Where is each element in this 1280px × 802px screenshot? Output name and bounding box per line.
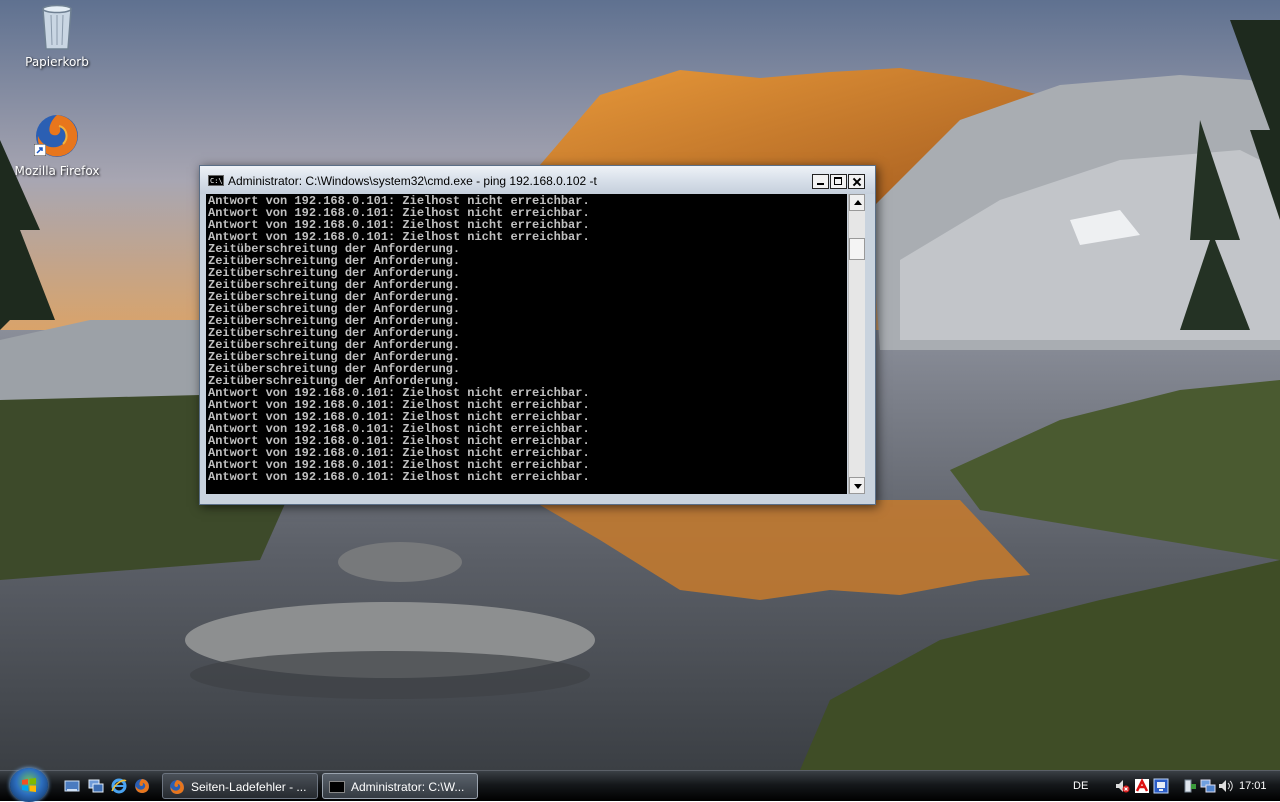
network-status-icon[interactable] <box>1153 778 1169 794</box>
close-button[interactable] <box>848 174 865 189</box>
firefox-label: Mozilla Firefox <box>14 164 100 178</box>
firefox-icon[interactable] <box>134 778 150 794</box>
desktop-icon-recycle-bin[interactable]: Papierkorb <box>12 3 102 69</box>
scroll-up-arrow[interactable] <box>849 194 865 211</box>
console-lines: Antwort von 192.168.0.101: Zielhost nich… <box>208 195 590 483</box>
start-button[interactable] <box>10 768 48 802</box>
desktop-icon-firefox[interactable]: Mozilla Firefox <box>12 112 102 178</box>
taskbar-button-label: Seiten-Ladefehler - ... <box>191 780 307 794</box>
clock[interactable]: 17:01 <box>1239 771 1267 801</box>
windows-logo-icon <box>22 778 36 792</box>
window-titlebar[interactable]: C:\ Administrator: C:\Windows\system32\c… <box>200 166 875 194</box>
show-desktop-icon[interactable] <box>64 778 80 794</box>
taskbar: Seiten-Ladefehler - ... Administrator: C… <box>0 768 1280 802</box>
cmd-icon <box>329 781 345 793</box>
internet-explorer-icon[interactable] <box>111 778 127 794</box>
scroll-down-arrow[interactable] <box>849 477 865 494</box>
minimize-button[interactable] <box>812 174 829 189</box>
recycle-bin-icon <box>42 4 72 50</box>
safely-remove-icon[interactable] <box>1182 778 1198 794</box>
cmd-window[interactable]: C:\ Administrator: C:\Windows\system32\c… <box>199 165 876 505</box>
network-icon[interactable] <box>1200 778 1216 794</box>
taskbar-button-firefox[interactable]: Seiten-Ladefehler - ... <box>162 773 318 799</box>
console-line: Antwort von 192.168.0.101: Zielhost nich… <box>208 470 590 484</box>
shortcut-arrow-icon <box>34 144 46 156</box>
recycle-bin-label: Papierkorb <box>25 55 89 69</box>
console-output[interactable]: Antwort von 192.168.0.101: Zielhost nich… <box>206 194 847 494</box>
antivirus-icon[interactable] <box>1134 778 1150 794</box>
scroll-thumb[interactable] <box>849 238 865 260</box>
cmd-icon[interactable]: C:\ <box>208 175 224 186</box>
vertical-scrollbar[interactable] <box>848 194 865 494</box>
maximize-button[interactable] <box>830 174 847 189</box>
taskbar-button-label: Administrator: C:\W... <box>351 780 465 794</box>
window-title: Administrator: C:\Windows\system32\cmd.e… <box>228 174 597 188</box>
volume-icon[interactable] <box>1218 778 1234 794</box>
firefox-icon <box>170 780 184 794</box>
taskbar-button-cmd[interactable]: Administrator: C:\W... <box>322 773 478 799</box>
language-indicator[interactable]: DE <box>1073 771 1088 801</box>
volume-muted-icon[interactable] <box>1114 778 1130 794</box>
switch-windows-icon[interactable] <box>88 778 104 794</box>
